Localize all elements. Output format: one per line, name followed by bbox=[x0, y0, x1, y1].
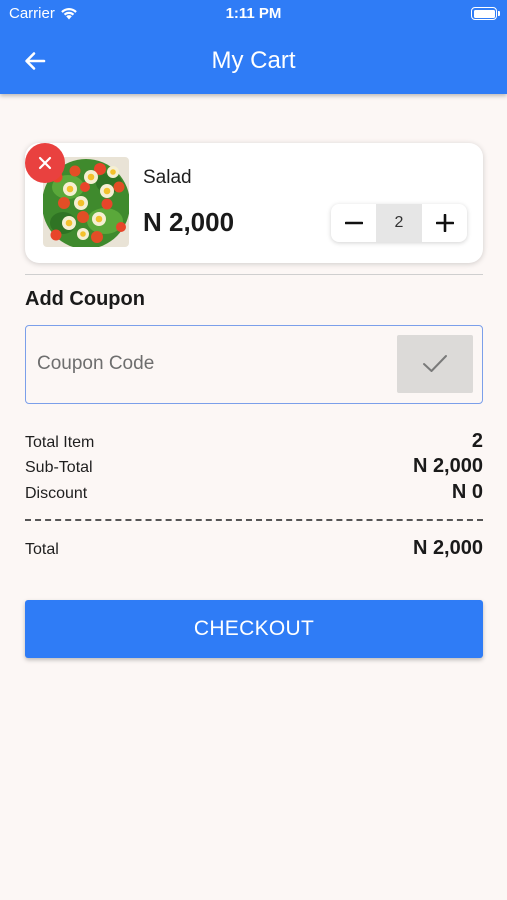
subtotal-row: Sub-Total N 2,000 bbox=[25, 455, 483, 478]
nav-bar: My Cart bbox=[0, 38, 507, 84]
discount-label: Discount bbox=[25, 485, 88, 502]
remove-item-button[interactable] bbox=[25, 143, 65, 183]
status-bar: Carrier 1:11 PM bbox=[0, 0, 507, 28]
cart-item-card: Salad N 2,000 2 bbox=[25, 143, 483, 263]
quantity-value: 2 bbox=[376, 204, 422, 242]
decrease-quantity-button[interactable] bbox=[331, 204, 376, 242]
item-name: Salad bbox=[143, 167, 192, 188]
dashed-separator bbox=[25, 519, 483, 521]
coupon-field bbox=[25, 325, 483, 404]
minus-icon bbox=[344, 221, 363, 225]
discount-row: Discount N 0 bbox=[25, 481, 483, 504]
page-title: My Cart bbox=[211, 47, 296, 74]
subtotal-label: Sub-Total bbox=[25, 459, 93, 476]
total-item-row: Total Item 2 bbox=[25, 430, 483, 453]
total-item-label: Total Item bbox=[25, 434, 95, 451]
coupon-code-input[interactable] bbox=[37, 340, 387, 388]
subtotal-value: N 2,000 bbox=[412, 455, 483, 477]
plus-icon bbox=[435, 214, 454, 232]
section-divider bbox=[25, 274, 483, 275]
total-item-value: 2 bbox=[471, 430, 483, 452]
item-price: N 2,000 bbox=[143, 207, 235, 237]
discount-value: N 0 bbox=[451, 481, 483, 503]
app-header: Carrier 1:11 PM My Cart bbox=[0, 0, 507, 94]
total-value: N 2,000 bbox=[412, 537, 483, 559]
apply-coupon-button[interactable] bbox=[397, 335, 473, 393]
quantity-stepper: 2 bbox=[331, 204, 467, 242]
status-time: 1:11 PM bbox=[225, 5, 282, 22]
battery-icon bbox=[471, 7, 500, 20]
total-label: Total bbox=[25, 541, 59, 558]
checkmark-icon bbox=[423, 355, 447, 372]
total-row: Total N 2,000 bbox=[25, 537, 483, 560]
coupon-heading: Add Coupon bbox=[25, 288, 145, 310]
checkout-button[interactable]: CHECKOUT bbox=[25, 600, 483, 658]
close-icon bbox=[38, 156, 52, 170]
increase-quantity-button[interactable] bbox=[422, 204, 467, 242]
